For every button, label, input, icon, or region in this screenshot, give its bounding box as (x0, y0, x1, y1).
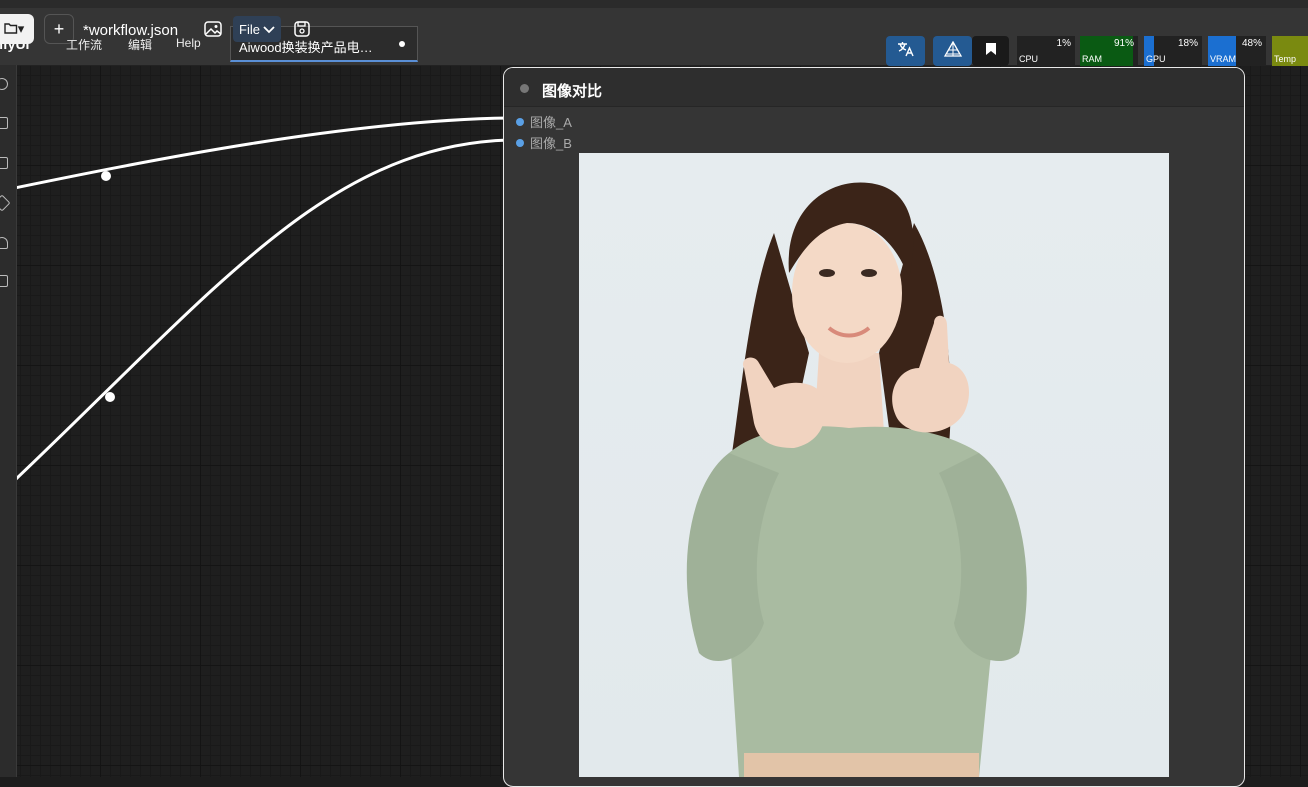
node-map-button[interactable] (933, 36, 972, 66)
link-image-b[interactable] (13, 138, 511, 482)
input-slot-image-b[interactable]: 图像_B (516, 133, 572, 152)
translate-button[interactable] (886, 36, 925, 66)
link-a-midpoint[interactable] (101, 171, 111, 181)
model-library-icon[interactable] (0, 194, 11, 212)
cpu-label: CPU (1019, 54, 1039, 64)
gpu-value: 18% (1177, 38, 1198, 49)
translate-icon (897, 41, 915, 62)
chevron-down-icon: ▾ (17, 21, 25, 36)
vram-monitor: 48% VRAM (1208, 36, 1266, 66)
cpu-fill (1017, 36, 1018, 66)
save-icon[interactable] (293, 20, 311, 38)
ram-value: 91% (1113, 38, 1134, 49)
node-header[interactable]: 图像对比 (504, 68, 1244, 107)
menu-edit[interactable]: 编辑 (128, 36, 152, 53)
input-slot-image-a[interactable]: 图像_A (516, 112, 572, 131)
vram-label: VRAM (1210, 54, 1237, 64)
templates-icon[interactable] (0, 275, 8, 287)
cpu-monitor: 1% CPU (1017, 36, 1075, 66)
file-menu-label: File (239, 21, 260, 37)
left-sidebar (0, 65, 17, 777)
link-b-midpoint[interactable] (105, 392, 115, 402)
bookmark-icon (985, 42, 997, 61)
slot-dot-icon[interactable] (516, 117, 524, 126)
image-icon[interactable] (204, 20, 222, 38)
history-icon[interactable] (0, 78, 8, 90)
collapse-dot-icon[interactable] (520, 84, 529, 93)
link-image-a[interactable] (0, 116, 511, 193)
gpu-monitor: 18% GPU (1144, 36, 1202, 66)
slot-dot-icon[interactable] (516, 138, 524, 147)
menu-help[interactable]: Help (176, 36, 201, 50)
node-library-icon[interactable] (0, 157, 8, 169)
input-slot-label: 图像_A (530, 115, 572, 130)
workflow-folder-button[interactable]: ▾ (0, 14, 34, 44)
ram-label: RAM (1082, 54, 1102, 64)
user-icon[interactable] (0, 237, 8, 249)
file-menu-button[interactable]: File (233, 16, 281, 42)
portrait-photo (686, 182, 1027, 777)
temp-label: Temp (1274, 54, 1297, 64)
cpu-value: 1% (1056, 38, 1071, 49)
gpu-label: GPU (1146, 54, 1166, 64)
ram-monitor: 91% RAM (1080, 36, 1138, 66)
triangle-icon (943, 40, 963, 62)
queue-icon[interactable] (0, 117, 8, 129)
comparison-image[interactable] (579, 153, 1169, 777)
bookmark-button[interactable] (972, 36, 1009, 66)
folder-icon (4, 22, 18, 37)
menu-workflow[interactable]: 工作流 (66, 36, 102, 53)
unsaved-dot-icon[interactable] (399, 41, 405, 47)
input-slot-label: 图像_B (530, 136, 572, 151)
chevron-down-icon (263, 22, 275, 37)
node-title: 图像对比 (542, 83, 603, 100)
temp-monitor: Temp (1272, 36, 1308, 66)
vram-value: 48% (1241, 38, 1262, 49)
menu-bar: omfyUI ▾ + *workflow.json 工作流 编辑 Help Ai… (0, 8, 1308, 66)
